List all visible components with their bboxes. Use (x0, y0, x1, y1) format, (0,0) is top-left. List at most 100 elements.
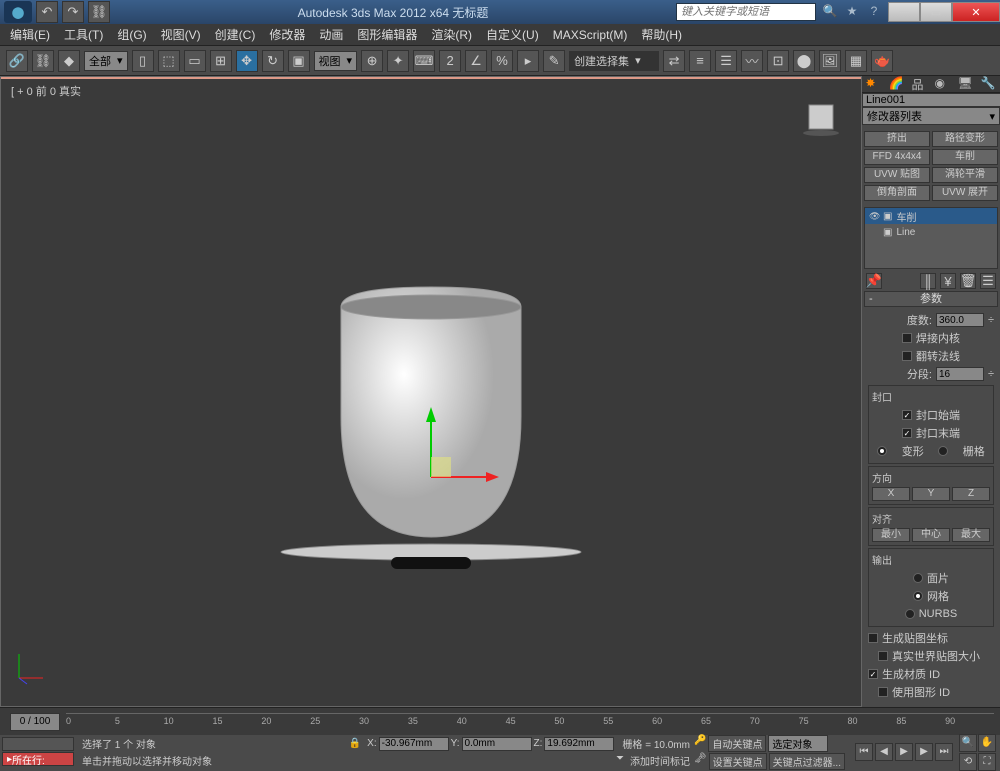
binoculars-icon[interactable]: 🔍 (822, 4, 838, 20)
select-icon[interactable]: ▯ (132, 50, 154, 72)
window-crossing-icon[interactable]: ⊞ (210, 50, 232, 72)
menu-group[interactable]: 组(G) (117, 26, 146, 43)
mirror-icon[interactable]: ⇄ (663, 50, 685, 72)
nav-zoom-icon[interactable]: 🔍 (959, 734, 977, 752)
menu-edit[interactable]: 编辑(E) (10, 26, 50, 43)
selection-filter-dropdown[interactable]: 全部 ▾ (84, 51, 128, 71)
scale-tool-icon[interactable]: ▣ (288, 50, 310, 72)
stack-item-line[interactable]: ▣Line (865, 224, 997, 240)
menu-maxscript[interactable]: MAXScript(M) (553, 28, 628, 42)
degrees-spinner[interactable]: 360.0 (936, 313, 984, 327)
dir-y-button[interactable]: Y (912, 487, 950, 501)
rect-select-icon[interactable]: ▭ (184, 50, 206, 72)
display-tab-icon[interactable]: 🖥 (958, 76, 974, 92)
use-shape-checkbox[interactable] (878, 687, 888, 697)
location-tag[interactable]: ▸ 所在行: (2, 752, 74, 766)
rotate-tool-icon[interactable]: ↻ (262, 50, 284, 72)
time-ruler[interactable]: 051015202530354045505560657075808590 (66, 713, 994, 731)
mod-btn-lathe[interactable]: 车削 (932, 149, 998, 165)
snap-percent-icon[interactable]: % (491, 50, 513, 72)
time-tag-icon[interactable]: ⏷ (616, 753, 624, 768)
ref-coord-dropdown[interactable]: 视图 ▾ (314, 51, 358, 71)
viewcube-icon[interactable] (801, 97, 841, 137)
key2-icon[interactable]: 🗝 (694, 753, 707, 770)
hierarchy-tab-icon[interactable]: 品 (912, 76, 928, 92)
modify-tab-icon[interactable]: 🌈 (889, 76, 905, 92)
goto-start-icon[interactable]: ⏮ (855, 743, 873, 761)
prev-frame-icon[interactable]: ◀ (875, 743, 893, 761)
menu-graph[interactable]: 图形编辑器 (357, 26, 417, 43)
render-setup-icon[interactable]: 🖼 (819, 50, 841, 72)
align-center-button[interactable]: 中心 (912, 528, 950, 542)
mod-btn-extrude[interactable]: 挤出 (864, 131, 930, 147)
y-coord-input[interactable]: 0.0mm (462, 737, 532, 751)
menu-customize[interactable]: 自定义(U) (486, 26, 539, 43)
x-coord-input[interactable]: -30.967mm (379, 737, 449, 751)
out-nurbs-radio[interactable] (905, 609, 915, 619)
move-tool-icon[interactable]: ✥ (236, 50, 258, 72)
frame-indicator[interactable]: 0 / 100 (10, 713, 60, 731)
search-input[interactable] (676, 3, 816, 21)
create-tab-icon[interactable]: ✸ (866, 76, 882, 92)
edit-sel-icon[interactable]: ✎ (543, 50, 565, 72)
align-max-button[interactable]: 最大 (952, 528, 990, 542)
mod-btn-turbo[interactable]: 涡轮平滑 (932, 167, 998, 183)
menu-animation[interactable]: 动画 (319, 26, 343, 43)
auto-key-button[interactable]: 自动关键点 (708, 735, 766, 752)
minimize-button[interactable]: — (888, 2, 920, 22)
manip-icon[interactable]: ✦ (387, 50, 409, 72)
close-button[interactable]: ✕ (952, 2, 1000, 22)
pin-stack-icon[interactable]: 📌 (866, 273, 882, 289)
snap-2d-icon[interactable]: 2 (439, 50, 461, 72)
nav-pan-icon[interactable]: ✋ (978, 734, 996, 752)
curve-editor-icon[interactable]: 〰 (741, 50, 763, 72)
mod-btn-unwrap[interactable]: UVW 展开 (932, 185, 998, 201)
cap-end-checkbox[interactable]: ✓ (902, 428, 912, 438)
menu-view[interactable]: 视图(V) (161, 26, 201, 43)
rollout-header[interactable]: -参数 (864, 291, 998, 307)
object-name-input[interactable] (862, 93, 1000, 107)
menu-help[interactable]: 帮助(H) (641, 26, 682, 43)
render-icon[interactable]: 🫖 (871, 50, 893, 72)
remove-mod-icon[interactable]: 🗑 (960, 273, 976, 289)
layers-icon[interactable]: ☰ (715, 50, 737, 72)
show-result-icon[interactable]: ║ (920, 273, 936, 289)
motion-tab-icon[interactable]: ◉ (935, 76, 951, 92)
render-frame-icon[interactable]: ▦ (845, 50, 867, 72)
mod-btn-ffd[interactable]: FFD 4x4x4 (864, 149, 930, 165)
menu-create[interactable]: 创建(C) (215, 26, 256, 43)
utilities-tab-icon[interactable]: 🔧 (981, 76, 997, 92)
real-world-checkbox[interactable] (878, 651, 888, 661)
viewport[interactable]: [ + 0 前 0 真实 (0, 76, 862, 707)
align-min-button[interactable]: 最小 (872, 528, 910, 542)
lock-icon[interactable]: 🔒 (349, 738, 361, 749)
set-key-button[interactable]: 设置关键点 (709, 753, 767, 770)
goto-end-icon[interactable]: ⏭ (935, 743, 953, 761)
menu-tools[interactable]: 工具(T) (64, 26, 103, 43)
gen-uv-checkbox[interactable] (868, 633, 878, 643)
add-time-tag[interactable]: 添加时间标记 (630, 753, 690, 768)
mod-btn-pathdeform[interactable]: 路径变形 (932, 131, 998, 147)
schematic-icon[interactable]: ⊡ (767, 50, 789, 72)
star-icon[interactable]: ★ (844, 4, 860, 20)
modifier-list-dropdown[interactable]: 修改器列表▾ (862, 107, 1000, 125)
viewport-label[interactable]: [ + 0 前 0 真实 (11, 83, 81, 99)
out-patch-radio[interactable] (913, 573, 923, 583)
app-icon[interactable]: ⬤ (4, 1, 32, 23)
dir-x-button[interactable]: X (872, 487, 910, 501)
link-icon[interactable]: ⛓ (88, 1, 110, 23)
nav-orbit-icon[interactable]: ⟲ (959, 753, 977, 771)
spinner-snap-icon[interactable]: ▸ (517, 50, 539, 72)
next-frame-icon[interactable]: ▶ (915, 743, 933, 761)
out-mesh-radio[interactable] (913, 591, 923, 601)
play-icon[interactable]: ▶ (895, 743, 913, 761)
key-filters-button[interactable]: 关键点过滤器... (769, 753, 845, 770)
redo-icon[interactable]: ↷ (62, 1, 84, 23)
menu-render[interactable]: 渲染(R) (431, 26, 472, 43)
script-mini-icon[interactable] (2, 737, 74, 751)
maximize-button[interactable]: ▭ (920, 2, 952, 22)
dir-z-button[interactable]: Z (952, 487, 990, 501)
configure-icon[interactable]: ☰ (980, 273, 996, 289)
stack-item-lathe[interactable]: 👁▣车削 (865, 208, 997, 224)
z-coord-input[interactable]: 19.692mm (544, 737, 614, 751)
